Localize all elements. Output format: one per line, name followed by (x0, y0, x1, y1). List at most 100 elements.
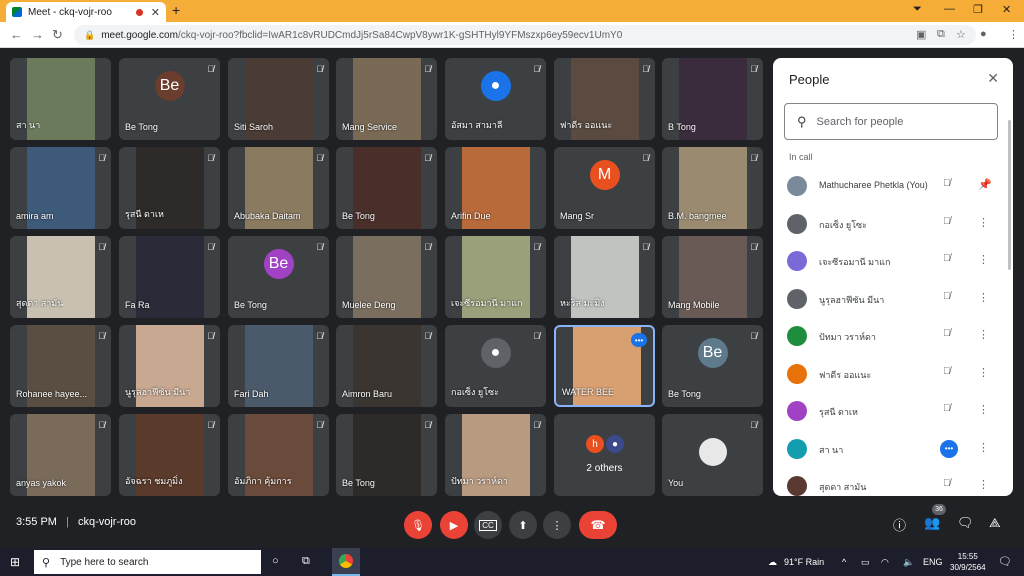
taskbar-search-input[interactable]: ⚲ Type here to search (34, 550, 261, 574)
people-list-item[interactable]: เจะซีรอมานี มาแก 🎙̸ ⋮ (773, 244, 1013, 278)
more-vert-icon[interactable]: ⋮ (978, 328, 989, 341)
more-vert-icon[interactable]: ⋮ (978, 253, 989, 266)
more-vert-icon[interactable]: ⋮ (978, 478, 989, 491)
people-list-item[interactable]: นูรุลฮาฟีซัน มีนา 🎙̸ ⋮ (773, 282, 1013, 316)
windows-start-icon[interactable]: ⊞ (10, 555, 20, 569)
participant-tile[interactable]: Siti Saroh 🎙̸ (228, 58, 329, 140)
more-vert-icon[interactable]: ⋮ (978, 291, 989, 304)
language-indicator[interactable]: ENG (923, 557, 943, 567)
participant-tile[interactable]: อัมภิกา คุ้มการ 🎙̸ (228, 414, 329, 496)
people-list-item[interactable]: ฟาดีร ออแนะ 🎙̸ ⋮ (773, 357, 1013, 391)
participant-name: Be Tong (342, 478, 375, 488)
participant-tile[interactable]: anyas yakok 🎙̸ (10, 414, 111, 496)
reload-icon[interactable]: ↻ (52, 27, 63, 43)
more-vert-icon[interactable]: ⋮ (978, 441, 989, 454)
tray-chevron-icon[interactable]: ^ (842, 557, 846, 567)
taskbar-clock[interactable]: 15:55 30/9/2564 (950, 551, 986, 573)
chat-icon[interactable]: 🗨 (957, 515, 974, 531)
participant-tile[interactable]: สา นา (10, 58, 111, 140)
maximize-icon[interactable]: ❐ (973, 3, 983, 16)
volume-icon[interactable]: 🔈 (903, 557, 914, 568)
participant-tile[interactable]: Fa Ra 🎙̸ (119, 236, 220, 318)
people-list-item[interactable]: ปัทมา วราห์ดา 🎙̸ ⋮ (773, 319, 1013, 353)
participant-tile[interactable]: Aimron Baru 🎙̸ (336, 325, 437, 407)
participant-tile[interactable]: รุสนี ดาเห 🎙̸ (119, 147, 220, 229)
more-options-button[interactable]: ⋮ (543, 511, 571, 539)
translate-icon[interactable]: ⧉ (937, 28, 945, 41)
participant-tile[interactable]: สุดดา สามัน 🎙̸ (10, 236, 111, 318)
participant-tile[interactable]: Fari Dah 🎙̸ (228, 325, 329, 407)
more-vert-icon[interactable]: ⋮ (978, 403, 989, 416)
people-list-item[interactable]: Mathucharee Phetkla (You) 🎙̸ 📌 (773, 169, 1013, 203)
leave-call-button[interactable]: ☎ (579, 511, 617, 539)
participant-tile[interactable]: You 🎙̸ (662, 414, 763, 496)
task-view-icon[interactable]: ⧉ (302, 555, 310, 568)
camera-permission-icon[interactable]: ▣ (916, 28, 926, 41)
participant-tile[interactable]: ● อัสมา สามาลี 🎙̸ (445, 58, 546, 140)
network-icon[interactable]: ▭ (861, 557, 870, 568)
people-icon[interactable]: 👥 (924, 515, 940, 531)
chrome-menu-icon[interactable]: ⋮ (1008, 28, 1019, 41)
participant-tile[interactable]: Mang Mobile 🎙̸ (662, 236, 763, 318)
people-list-item[interactable]: รุสนี ดาเห 🎙̸ ⋮ (773, 394, 1013, 428)
participant-tile[interactable]: ● กอเซ็ง ยูโซะ 🎙̸ (445, 325, 546, 407)
participant-tile[interactable]: h ● 2 others (554, 414, 655, 496)
more-vert-icon[interactable]: ⋮ (978, 216, 989, 229)
captions-button[interactable]: CC (474, 511, 502, 539)
profile-dropdown-icon[interactable]: ⏷ (913, 3, 922, 16)
participant-tile[interactable]: B Tong 🎙̸ (662, 58, 763, 140)
participant-tile[interactable]: ปัทมา วราห์ดา 🎙̸ (445, 414, 546, 496)
weather-icon[interactable]: ☁ (768, 557, 777, 568)
back-icon[interactable]: ← (10, 27, 23, 42)
forward-icon[interactable]: → (31, 27, 44, 42)
browser-tab[interactable]: Meet - ckq-vojr-roo ✕ (6, 2, 166, 22)
participant-name: รุสนี ดาเห (125, 209, 164, 219)
participant-tile[interactable]: Abubaka Daitam 🎙̸ (228, 147, 329, 229)
participant-tile[interactable]: Arifin Due (445, 147, 546, 229)
participant-tile[interactable]: ฟาดีร ออแนะ 🎙̸ (554, 58, 655, 140)
present-button[interactable]: ⬆ (509, 511, 537, 539)
participant-name: กอเซ็ง ยูโซะ (451, 387, 499, 397)
participant-tile[interactable]: WATER BEE ••• (554, 325, 655, 407)
weather-text[interactable]: 91°F Rain (784, 557, 824, 567)
bookmark-star-icon[interactable]: ☆ (956, 28, 966, 41)
camera-off-button[interactable]: ▶ (440, 511, 468, 539)
close-panel-icon[interactable]: ✕ (987, 70, 999, 87)
participant-tile[interactable]: B.M. bangmee 🎙̸ (662, 147, 763, 229)
people-list-item[interactable]: สุดดา สามัน 🎙̸ ⋮ (773, 469, 1013, 496)
participant-tile[interactable]: อัจฉรา ชมภูมิ่ง 🎙̸ (119, 414, 220, 496)
wifi-icon[interactable]: ◠ (881, 557, 889, 568)
new-tab-button[interactable]: + (172, 2, 180, 18)
close-tab-icon[interactable]: ✕ (151, 6, 160, 19)
people-list-item[interactable]: สา นา ••• ⋮ (773, 432, 1013, 466)
chrome-taskbar-button[interactable] (332, 548, 360, 576)
activities-icon[interactable]: ⟁ (989, 515, 1001, 531)
mic-off-button[interactable]: 🎙 (404, 511, 432, 539)
participant-tile[interactable]: Be Tong 🎙̸ (336, 147, 437, 229)
participant-tile[interactable]: Be Tong 🎙̸ (336, 414, 437, 496)
avatar (787, 326, 807, 346)
participant-tile[interactable]: Muelee Deng 🎙̸ (336, 236, 437, 318)
participant-tile[interactable]: เจะซีรอมานี มาแก 🎙̸ (445, 236, 546, 318)
participant-tile[interactable]: Be Be Tong 🎙̸ (119, 58, 220, 140)
address-bar[interactable]: 🔒 meet.google.com /ckq-vojr-roo?fbclid=I… (74, 25, 976, 45)
participant-tile[interactable]: M Mang Sr 🎙̸ (554, 147, 655, 229)
participant-tile[interactable]: amira am 🎙̸ (10, 147, 111, 229)
meeting-details-icon[interactable]: ⓘ (893, 515, 906, 534)
pin-icon[interactable]: 📌 (978, 178, 992, 191)
participant-tile[interactable]: นูรุลฮาฟีซัน มีนา 🎙̸ (119, 325, 220, 407)
participant-tile[interactable]: Rohanee hayee... 🎙̸ (10, 325, 111, 407)
minimize-icon[interactable]: — (944, 3, 955, 15)
search-people-input[interactable]: ⚲ Search for people (784, 103, 998, 140)
participant-tile[interactable]: Be Be Tong 🎙̸ (662, 325, 763, 407)
notifications-icon[interactable]: 🗨 (998, 555, 1012, 568)
more-vert-icon[interactable]: ⋮ (978, 366, 989, 379)
close-window-icon[interactable]: ✕ (1002, 3, 1011, 16)
participant-tile[interactable]: หะริส มะมิง 🎙̸ (554, 236, 655, 318)
participant-tile[interactable]: Mang Service 🎙̸ (336, 58, 437, 140)
participant-tile[interactable]: Be Be Tong 🎙̸ (228, 236, 329, 318)
panel-scrollbar[interactable] (1008, 120, 1011, 270)
people-list-item[interactable]: กอเซ็ง ยูโซะ 🎙̸ ⋮ (773, 207, 1013, 241)
cortana-icon[interactable]: ○ (272, 555, 279, 567)
profile-avatar[interactable]: ● (980, 28, 987, 40)
